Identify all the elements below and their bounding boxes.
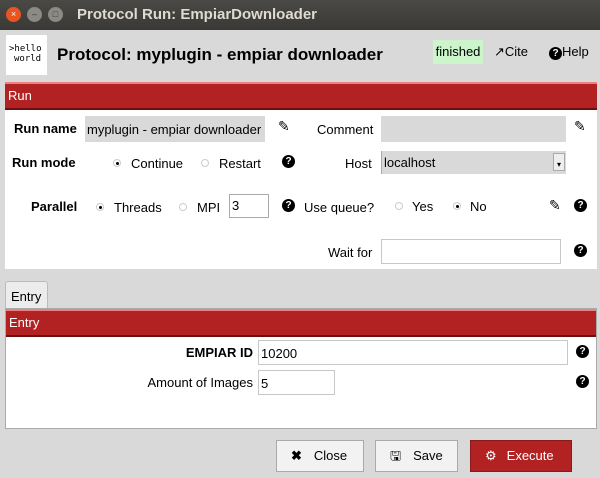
save-icon: 🖫	[390, 448, 402, 463]
run-section-header: Run	[5, 82, 597, 110]
run-name-label: Run name	[14, 121, 77, 136]
continue-radio[interactable]	[113, 159, 121, 167]
amount-label: Amount of Images	[147, 375, 254, 390]
cite-link[interactable]: ↗Cite	[494, 44, 528, 60]
save-label: Save	[413, 448, 443, 463]
queue-no-radio[interactable]	[453, 202, 461, 210]
help-icon[interactable]: ?	[574, 244, 587, 257]
mpi-label: MPI	[197, 200, 221, 215]
cite-label: Cite	[504, 44, 529, 59]
help-icon[interactable]: ?	[282, 199, 295, 212]
parallel-label: Parallel	[31, 199, 78, 214]
wait-for-input[interactable]	[381, 239, 561, 264]
chevron-down-icon[interactable]: ▾	[553, 153, 565, 171]
queue-no-label: No	[470, 199, 487, 214]
pencil-icon[interactable]: ✎	[574, 118, 586, 135]
help-icon: ?	[549, 47, 562, 60]
help-label: Help	[562, 44, 589, 59]
queue-yes-label: Yes	[412, 199, 434, 214]
pencil-icon[interactable]: ✎	[549, 197, 561, 214]
help-icon[interactable]: ?	[574, 199, 587, 212]
execute-label: Execute	[506, 448, 554, 463]
tab-entry[interactable]: Entry	[5, 281, 48, 309]
help-icon[interactable]: ?	[282, 155, 295, 168]
host-select[interactable]: localhost ▾	[381, 151, 566, 174]
status-badge: finished	[433, 40, 483, 64]
entry-section-header: Entry	[6, 309, 596, 337]
mpi-radio[interactable]	[179, 203, 187, 211]
empiar-id-label: EMPIAR ID	[185, 345, 253, 360]
save-button[interactable]: 🖫 Save	[375, 440, 458, 472]
restart-radio[interactable]	[201, 159, 209, 167]
window-close-button[interactable]: ×	[6, 7, 21, 22]
help-icon[interactable]: ?	[576, 345, 589, 358]
window-title: Protocol Run: EmpiarDownloader	[77, 6, 318, 23]
execute-button[interactable]: ⚙ Execute	[470, 440, 572, 472]
queue-yes-radio[interactable]	[395, 202, 403, 210]
external-link-icon: ↗	[494, 44, 505, 59]
host-value: localhost	[384, 155, 436, 170]
plugin-logo: >hello world	[6, 35, 47, 75]
host-label: Host	[345, 156, 372, 171]
comment-input[interactable]	[381, 116, 566, 142]
restart-label: Restart	[219, 156, 261, 171]
close-button[interactable]: ✖ Close	[276, 440, 364, 472]
empiar-id-input[interactable]: 10200	[258, 340, 568, 365]
gears-icon: ⚙	[485, 448, 497, 463]
use-queue-label: Use queue?	[304, 200, 375, 215]
help-icon[interactable]: ?	[576, 375, 589, 388]
threads-input[interactable]: 3	[229, 194, 269, 218]
window-minimize-button[interactable]: –	[27, 7, 42, 22]
threads-label: Threads	[114, 200, 162, 215]
logo-line: >hello	[9, 44, 42, 54]
run-mode-label: Run mode	[12, 155, 76, 170]
continue-label: Continue	[131, 156, 184, 171]
wait-for-label: Wait for	[328, 245, 373, 260]
comment-label: Comment	[317, 122, 374, 137]
logo-line: world	[14, 54, 42, 64]
run-name-input[interactable]: myplugin - empiar downloader	[85, 116, 265, 142]
close-label: Close	[313, 448, 348, 463]
amount-input[interactable]: 5	[258, 370, 335, 395]
threads-radio[interactable]	[96, 203, 104, 211]
window-maximize-button[interactable]: □	[48, 7, 63, 22]
close-icon: ✖	[291, 448, 302, 463]
help-link[interactable]: ? Help	[549, 44, 589, 60]
protocol-title: Protocol: myplugin - empiar downloader	[57, 45, 383, 64]
pencil-icon[interactable]: ✎	[278, 118, 290, 135]
